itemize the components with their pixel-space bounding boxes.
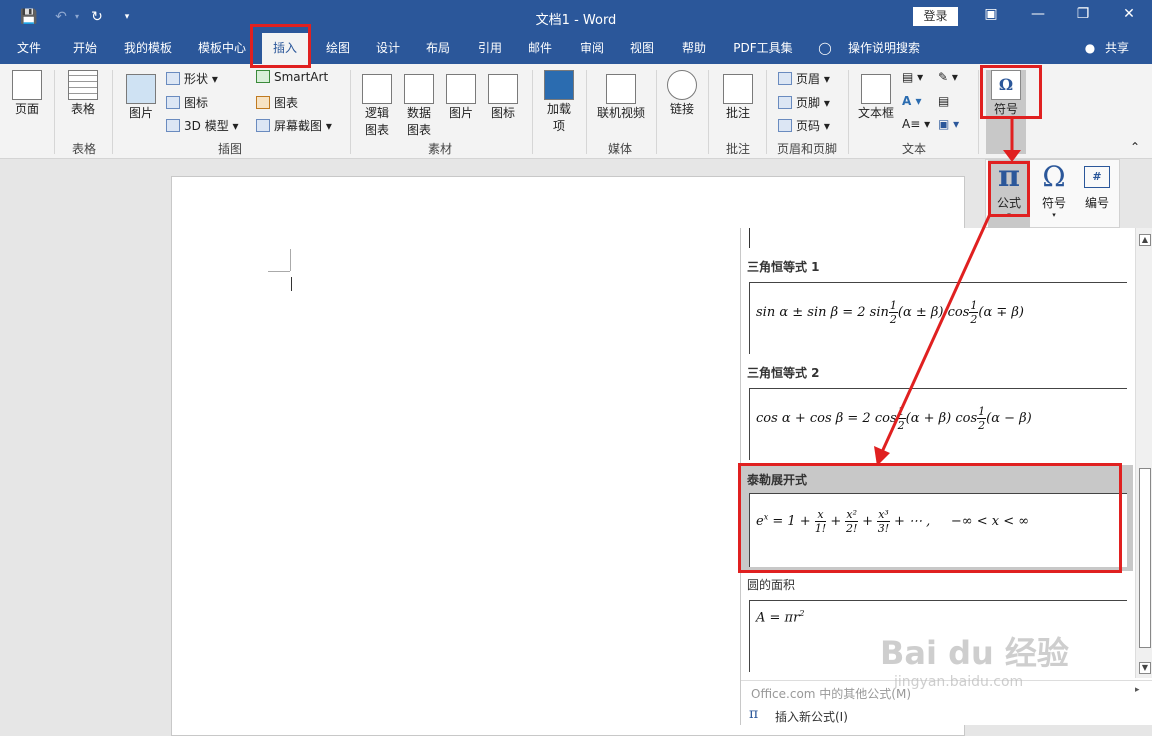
baidu-watermark: Bai du 经验 jingyan.baidu.com <box>880 628 1069 690</box>
watermark-url: jingyan.baidu.com <box>894 674 1024 690</box>
watermark-brand: Bai du 经验 <box>880 634 1069 672</box>
arrowhead <box>1003 150 1021 162</box>
arrow-line <box>880 213 992 453</box>
annotation-arrows <box>874 118 1021 466</box>
